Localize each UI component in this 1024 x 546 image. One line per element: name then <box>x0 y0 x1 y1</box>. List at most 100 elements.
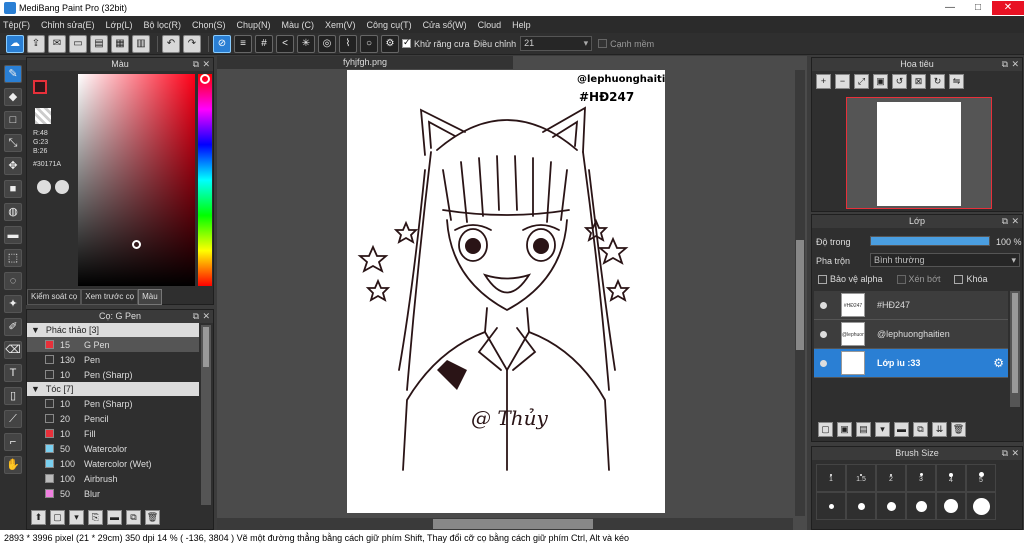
size-cell[interactable] <box>846 492 876 520</box>
menu-select[interactable]: Chọn(S) <box>192 20 226 30</box>
snap-vanish-icon[interactable]: < <box>276 34 294 53</box>
detach-icon[interactable]: ⧉ <box>1002 215 1008 228</box>
antialias-checkbox[interactable] <box>402 37 411 48</box>
eraser-tool-icon[interactable]: ◆ <box>4 88 22 106</box>
layer-row[interactable]: @lephuong @lephuonghaitien <box>814 320 1008 349</box>
menu-tools[interactable]: Công cụ(T) <box>367 20 412 30</box>
size-cell[interactable]: 4 <box>936 464 966 492</box>
gradient-tool-icon[interactable]: ▬ <box>4 226 22 244</box>
brush-item[interactable]: 130 Pen <box>27 352 199 367</box>
new-brush-icon[interactable]: ▢ <box>50 510 65 525</box>
undo-icon[interactable]: ↶ <box>162 34 180 53</box>
correction-select[interactable]: 21 <box>520 36 593 51</box>
brush-menu-icon[interactable]: ▾ <box>69 510 84 525</box>
detach-icon[interactable]: ⧉ <box>1002 447 1008 460</box>
lasso-tool-icon[interactable]: ◌ <box>4 272 22 290</box>
menu-help[interactable]: Help <box>512 20 531 30</box>
menu-window[interactable]: Cửa sổ(W) <box>423 20 467 30</box>
foreground-swatch[interactable] <box>33 80 47 94</box>
zoom-out-icon[interactable]: − <box>835 74 850 89</box>
detach-icon[interactable]: ⧉ <box>193 310 199 323</box>
palette-add-icon[interactable] <box>55 180 69 194</box>
flip-icon[interactable]: ⇋ <box>949 74 964 89</box>
maximize-button[interactable]: □ <box>964 1 992 15</box>
trash-icon[interactable]: 🗑 <box>145 510 160 525</box>
layer-menu-icon[interactable]: ▾ <box>875 422 890 437</box>
comment-icon[interactable]: ✉ <box>48 34 66 53</box>
size-cell[interactable]: 3 <box>906 464 936 492</box>
layer-row[interactable]: #HĐ247 #HĐ247 <box>814 291 1008 320</box>
magic-wand-icon[interactable]: ✦ <box>4 295 22 313</box>
panel-close-icon[interactable]: ✕ <box>1011 215 1019 228</box>
panel-close-icon[interactable]: ✕ <box>1011 447 1019 460</box>
size-cell[interactable] <box>876 492 906 520</box>
gear-icon[interactable]: ⚙ <box>993 356 1004 370</box>
brush-tool-icon[interactable]: ✎ <box>4 65 22 83</box>
close-button[interactable]: ✕ <box>992 1 1024 15</box>
folder-icon[interactable]: ▬ <box>107 510 122 525</box>
text-tool-icon[interactable]: T <box>4 364 22 382</box>
transparent-swatch[interactable] <box>35 108 51 124</box>
document-tab[interactable]: fyhjfgh.png <box>217 56 513 69</box>
menu-file[interactable]: Tệp(F) <box>3 20 30 30</box>
bucket-tool-icon[interactable]: ◍ <box>4 203 22 221</box>
move-tool-icon[interactable]: ✥ <box>4 157 22 175</box>
tab-brush-preview[interactable]: Xem trước cọ <box>81 289 139 305</box>
frame-tool-icon[interactable]: ▯ <box>4 387 22 405</box>
size-cell[interactable] <box>936 492 966 520</box>
layer-row-selected[interactable]: Lớp ìu :33 ⚙ <box>814 349 1008 378</box>
select-eraser-icon[interactable]: ⌫ <box>4 341 22 359</box>
menu-snap[interactable]: Chụp(N) <box>237 20 271 30</box>
menu-view[interactable]: Xem(V) <box>325 20 356 30</box>
pages-icon[interactable]: ▦ <box>111 34 129 53</box>
hue-cursor[interactable] <box>200 74 210 84</box>
menu-filter[interactable]: Bộ lọc(R) <box>143 20 181 30</box>
folder-icon[interactable]: ▬ <box>894 422 909 437</box>
brush-item[interactable]: 10 Fill <box>27 426 199 441</box>
brush-item[interactable]: 15 G Pen <box>27 337 199 352</box>
export-icon[interactable]: ⇪ <box>27 34 45 53</box>
size-cell[interactable]: 1 <box>816 464 846 492</box>
divide-tool-icon[interactable]: ⟋ <box>4 410 22 428</box>
visibility-icon[interactable] <box>820 359 827 367</box>
menu-edit[interactable]: Chỉnh sửa(E) <box>41 20 95 30</box>
page-icon[interactable]: ▤ <box>90 34 108 53</box>
snap-cross-icon[interactable]: # <box>255 34 273 53</box>
duplicate-layer-icon[interactable]: ⧉ <box>913 422 928 437</box>
eyedropper-tool-icon[interactable]: ⌐ <box>4 433 22 451</box>
rect-tool-icon[interactable]: □ <box>4 111 22 129</box>
collapse-arrow-icon[interactable]: ▼ <box>31 384 40 394</box>
soft-edge-checkbox[interactable] <box>598 39 608 48</box>
snap-curve-icon[interactable]: ⌇ <box>339 34 357 53</box>
saturation-value-picker[interactable] <box>78 74 195 286</box>
snap-ring-icon[interactable]: ○ <box>360 34 378 53</box>
blend-select[interactable]: Bình thường ▾ <box>870 253 1020 267</box>
rotate-right-icon[interactable]: ↻ <box>930 74 945 89</box>
rotate-left-icon[interactable]: ↺ <box>892 74 907 89</box>
new-halftone-layer-icon[interactable]: ▣ <box>837 422 852 437</box>
settings-icon[interactable]: ⚙ <box>381 34 399 53</box>
add-brush-icon[interactable]: ⬆ <box>31 510 46 525</box>
snap-radial-icon[interactable]: ✳ <box>297 34 315 53</box>
fit-icon[interactable]: ⤢ <box>854 74 869 89</box>
size-cell[interactable]: 1.5 <box>846 464 876 492</box>
size-cell[interactable] <box>816 492 846 520</box>
zoom-in-icon[interactable]: + <box>816 74 831 89</box>
opacity-slider[interactable] <box>870 236 990 246</box>
snap-parallel-icon[interactable]: ≡ <box>234 34 252 53</box>
minimize-button[interactable]: — <box>936 1 964 15</box>
tab-color[interactable]: Màu <box>138 289 162 305</box>
duplicate-icon[interactable]: ⧉ <box>126 510 141 525</box>
select-pen-icon[interactable]: ✐ <box>4 318 22 336</box>
size-cell[interactable] <box>966 492 996 520</box>
panel-close-icon[interactable]: ✕ <box>202 310 210 323</box>
size-cell[interactable]: 2 <box>876 464 906 492</box>
new-layer-icon[interactable]: ▢ <box>818 422 833 437</box>
select-rect-icon[interactable]: ⬚ <box>4 249 22 267</box>
visibility-icon[interactable] <box>820 330 827 338</box>
reset-icon[interactable]: ⊠ <box>911 74 926 89</box>
dot-tool-icon[interactable]: ⤡ <box>4 134 22 152</box>
layer-scrollbar[interactable] <box>1010 291 1020 407</box>
trash-icon[interactable]: 🗑 <box>951 422 966 437</box>
tab-brush-control[interactable]: Kiểm soát cọ <box>27 289 82 305</box>
